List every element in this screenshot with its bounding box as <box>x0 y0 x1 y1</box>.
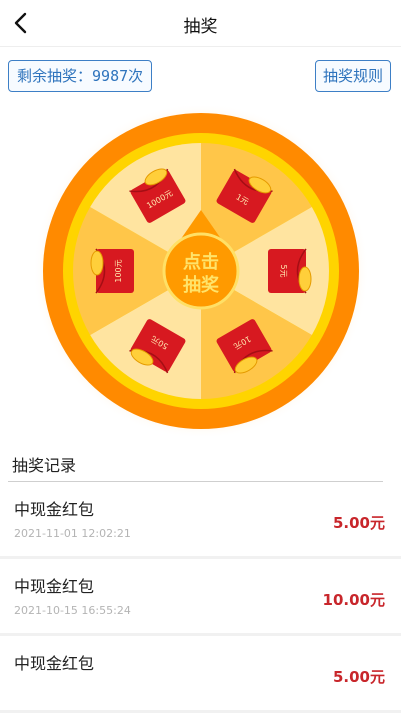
draw-button-line2: 抽奖 <box>183 274 220 296</box>
prize-label: 5元 <box>279 264 288 277</box>
record-list: 中现金红包 2021-11-01 12:02:21 5.00元 中现金红包 20… <box>0 482 401 713</box>
gold-ingot-icon <box>298 266 312 292</box>
prize-label: 100元 <box>114 259 123 282</box>
header-bar: 抽奖 <box>0 0 401 47</box>
rules-button[interactable]: 抽奖规则 <box>314 60 391 92</box>
record-item: 中现金红包 2021-11-01 12:02:21 5.00元 <box>0 482 401 559</box>
top-bar: 剩余抽奖：9987次 抽奖规则 <box>0 46 401 106</box>
record-item: 中现金红包 5.00元 <box>0 636 401 713</box>
lottery-wheel: 1元5元10元50元100元1000元 点击 抽奖 <box>33 106 369 436</box>
remaining-count: 9987 <box>92 67 129 85</box>
records-title: 抽奖记录 <box>12 456 77 475</box>
remaining-label: 剩余抽奖： <box>17 67 93 85</box>
remaining-unit: 次 <box>128 67 144 85</box>
page-title: 抽奖 <box>183 17 218 37</box>
prize-envelope: 100元 <box>90 248 134 294</box>
draw-button-line1: 点击 <box>183 251 219 273</box>
record-name: 中现金红包 <box>14 654 95 673</box>
record-amount: 10.00元 <box>322 591 385 609</box>
gold-ingot-icon <box>90 250 104 276</box>
lottery-wheel-area: 1元 5元 10元 50元 100元 1000元 点击 抽奖 <box>0 106 401 436</box>
record-name: 中现金红包 <box>14 577 95 596</box>
prize-envelope: 5元 <box>268 248 312 294</box>
record-amount: 5.00元 <box>332 514 385 532</box>
record-time: 2021-11-01 12:02:21 <box>14 527 131 540</box>
record-time: 2021-10-15 16:55:24 <box>14 604 131 617</box>
remaining-draws-badge: 剩余抽奖：9987次 <box>8 60 153 92</box>
record-item: 中现金红包 2021-10-15 16:55:24 10.00元 <box>0 559 401 636</box>
record-name: 中现金红包 <box>14 500 95 519</box>
